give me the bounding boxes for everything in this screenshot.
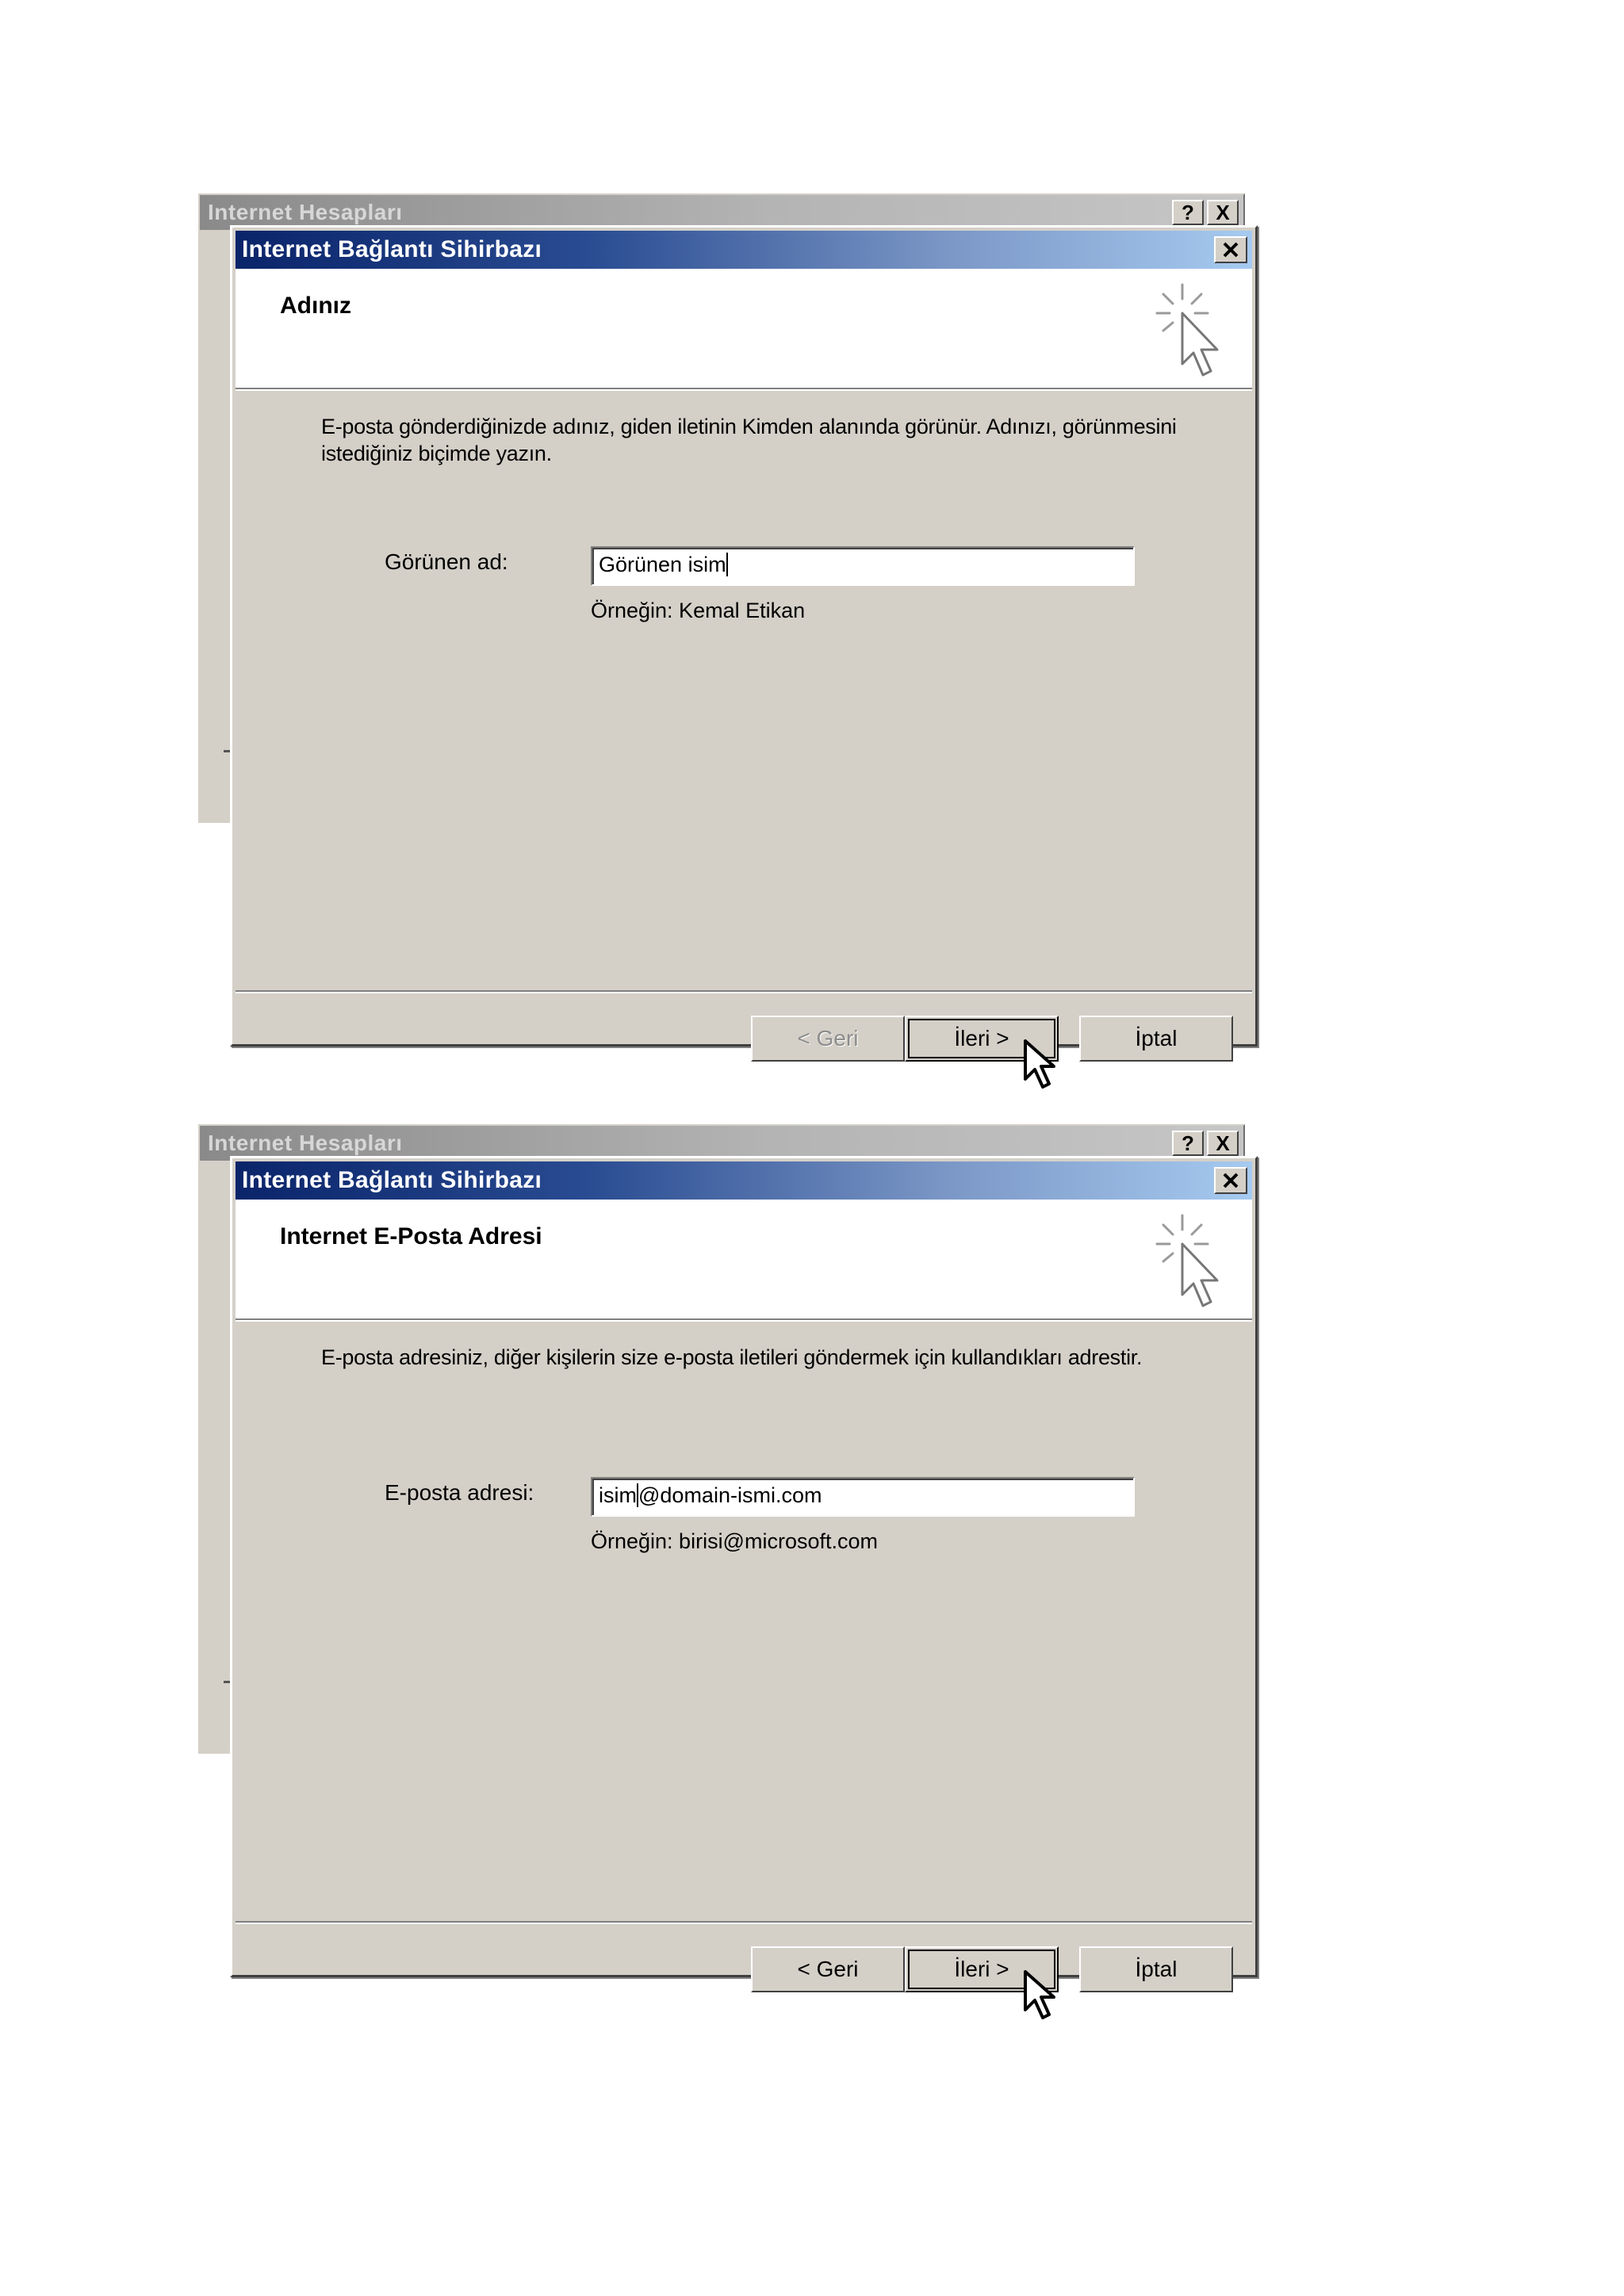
close-button[interactable] xyxy=(1214,1167,1247,1194)
parent-edge-mark xyxy=(224,1681,230,1683)
close-icon xyxy=(1223,242,1239,258)
footer-separator xyxy=(236,990,1252,993)
field-example-hint: Örneğin: Kemal Etikan xyxy=(591,599,806,622)
wizard-dialog: Internet Bağlantı Sihirbazı Adınız E-pos… xyxy=(230,225,1258,1089)
dialog-title-bar: Internet Bağlantı Sihirbazı xyxy=(236,1161,1252,1200)
parent-title: Internet Hesapları xyxy=(208,200,403,224)
email-address-input[interactable]: isim@domain-ismi.com xyxy=(591,1477,1135,1517)
wizard-dialog: Internet Bağlantı Sihirbazı Internet E-P… xyxy=(230,1156,1258,2019)
parent-title: Internet Hesapları xyxy=(208,1131,403,1155)
back-button[interactable]: < Geri xyxy=(751,1016,905,1062)
back-button[interactable]: < Geri xyxy=(751,1946,905,1992)
email-address-label: E-posta adresi: xyxy=(385,1480,534,1505)
dialog-title-bar: Internet Bağlantı Sihirbazı xyxy=(236,231,1252,269)
mouse-pointer-icon xyxy=(1024,1039,1055,1089)
dialog-title: Internet Bağlantı Sihirbazı xyxy=(242,236,542,262)
input-text-after-caret: @domain-ismi.com xyxy=(638,1483,822,1507)
help-button[interactable]: ? xyxy=(1172,200,1204,225)
parent-close-button[interactable]: X xyxy=(1207,200,1239,225)
footer-separator xyxy=(236,1921,1252,1924)
text-caret xyxy=(726,553,728,576)
input-text-before-caret: isim xyxy=(599,1483,637,1507)
display-name-label: Görünen ad: xyxy=(385,549,508,574)
wizard-header-panel: Internet E-Posta Adresi xyxy=(236,1200,1252,1322)
display-name-input[interactable]: Görünen isim xyxy=(591,546,1135,586)
step-title: Adınız xyxy=(280,293,351,319)
dialog-title: Internet Bağlantı Sihirbazı xyxy=(242,1167,542,1193)
cancel-button[interactable]: İptal xyxy=(1079,1946,1233,1992)
close-button[interactable] xyxy=(1214,236,1247,263)
step-description: E-posta gönderdiğinizde adınız, giden il… xyxy=(321,415,1177,465)
parent-close-button[interactable]: X xyxy=(1207,1131,1239,1156)
step-title: Internet E-Posta Adresi xyxy=(280,1223,542,1249)
wizard-header-panel: Adınız xyxy=(236,269,1252,391)
parent-edge-mark xyxy=(224,750,230,752)
step-description: E-posta adresiniz, diğer kişilerin size … xyxy=(321,1345,1143,1369)
field-example-hint: Örneğin: birisi@microsoft.com xyxy=(591,1529,878,1553)
close-icon xyxy=(1223,1173,1239,1188)
wizard-sparkle-cursor-icon xyxy=(1155,1214,1219,1307)
mouse-pointer-icon xyxy=(1024,1970,1055,2019)
wizard-sparkle-cursor-icon xyxy=(1155,283,1219,377)
help-button[interactable]: ? xyxy=(1172,1131,1204,1156)
cancel-button[interactable]: İptal xyxy=(1079,1016,1233,1062)
input-text-before-caret: Görünen isim xyxy=(599,553,726,576)
